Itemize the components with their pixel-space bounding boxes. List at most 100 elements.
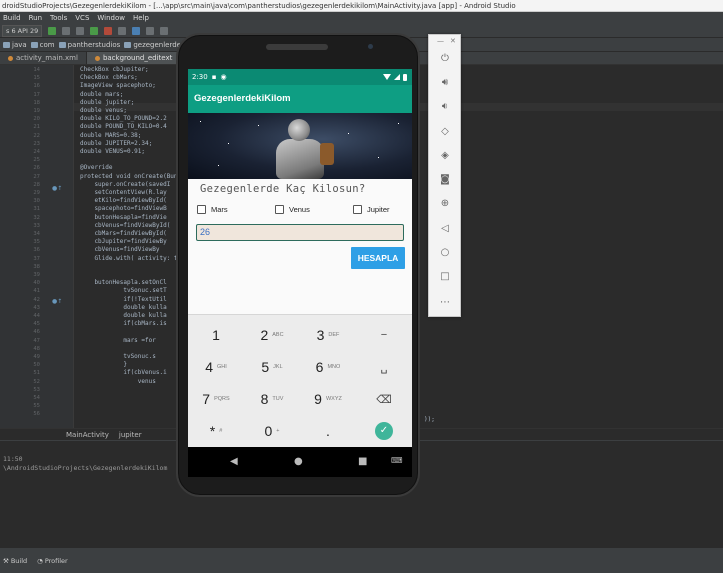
run-icon[interactable]	[48, 26, 57, 35]
line-number: 37	[33, 255, 40, 262]
key-digit: 0	[264, 423, 273, 439]
code-line: double POUND_TO_KILO=0.4	[80, 123, 167, 131]
breadcrumb-item[interactable]: com	[30, 41, 55, 49]
line-number: 33	[33, 222, 40, 229]
zoom-icon[interactable]: ⊕	[437, 196, 453, 212]
power-icon[interactable]: ⏻	[437, 51, 453, 67]
numeric-keyboard: 1 2 ABC 3 DEF −4 GHI 5 JKL 6 MNO ␣ 7 PQRS 8 TUV 9 WXYZ ⌫ * #…	[188, 314, 412, 447]
checkbox-box[interactable]	[275, 205, 284, 214]
key-letters: ABC	[272, 332, 284, 338]
code-line: venus	[80, 377, 156, 385]
android-nav-bar: ◀ ● ■ ⌨	[188, 447, 412, 477]
checkbox-box[interactable]	[197, 205, 206, 214]
key-0[interactable]: 0 +	[244, 415, 300, 447]
folder-icon	[124, 41, 132, 48]
menu-window[interactable]: Window	[97, 12, 125, 24]
nav-keyboard-icon[interactable]: ⌨	[391, 456, 403, 465]
device-selector[interactable]: s 6 API 29	[2, 24, 43, 37]
minimize-icon[interactable]: —	[437, 37, 444, 45]
calculate-button[interactable]: HESAPLA	[351, 247, 405, 269]
back-icon[interactable]: ◁	[437, 221, 453, 237]
code-line: double kulla	[80, 312, 167, 319]
code-line: ImageView spacephoto;	[80, 82, 156, 90]
confirm-icon: ✓	[375, 422, 393, 440]
menu-vcs[interactable]: VCS	[75, 12, 89, 24]
key-dot[interactable]: .	[300, 415, 356, 447]
line-number: 28	[33, 181, 40, 188]
key-backspace[interactable]: ⌫	[356, 383, 412, 415]
code-line: cbVenus=findViewById(	[80, 221, 171, 229]
rotate-left-icon[interactable]: ◇	[437, 124, 453, 140]
checkbox-jupiter[interactable]: Jupiter	[353, 205, 390, 214]
sync-icon[interactable]	[118, 26, 127, 35]
checkbox-venus[interactable]: Venus	[275, 205, 310, 214]
stop-icon[interactable]	[104, 26, 113, 35]
key-8[interactable]: 8 TUV	[244, 383, 300, 415]
line-number: 29	[33, 190, 40, 196]
overview-icon[interactable]: □	[437, 269, 453, 285]
tab-profiler[interactable]: ◔ Profiler	[37, 557, 68, 565]
rotate-right-icon[interactable]: ◈	[437, 148, 453, 164]
breadcrumb-item[interactable]: java	[3, 41, 27, 49]
nav-recents-icon[interactable]: ■	[358, 456, 367, 467]
tab-background-editext[interactable]: background_editext	[86, 52, 182, 64]
menu-run[interactable]: Run	[29, 12, 42, 24]
line-number: 32	[33, 214, 40, 221]
profile-icon[interactable]	[76, 26, 85, 35]
key-digit: 3	[316, 327, 325, 343]
key-glyph: ⌫	[376, 393, 392, 406]
crumb-field[interactable]: jupiter	[119, 431, 142, 439]
menu-tools[interactable]: Tools	[50, 12, 67, 24]
checkbox-label: Jupiter	[367, 205, 390, 214]
key-6[interactable]: 6 MNO	[300, 351, 356, 383]
code-line: double venus;	[80, 107, 127, 114]
checkbox-mars[interactable]: Mars	[197, 205, 228, 214]
key-5[interactable]: 5 JKL	[244, 351, 300, 383]
folder-icon	[30, 41, 38, 48]
weight-input[interactable]: 26	[196, 224, 404, 241]
key-star[interactable]: * #	[188, 415, 244, 447]
key-space[interactable]: ␣	[356, 351, 412, 383]
phone-speaker	[266, 44, 328, 50]
apply-changes-icon[interactable]	[90, 26, 99, 35]
key-confirm[interactable]: ✓	[356, 415, 412, 447]
tab-activity-main[interactable]: activity_main.xml	[0, 52, 87, 64]
key-4[interactable]: 4 GHI	[188, 351, 244, 383]
search-icon[interactable]	[160, 26, 169, 35]
key-1[interactable]: 1	[188, 319, 244, 351]
tab-build[interactable]: ⚒ Build	[3, 557, 27, 565]
key-minus[interactable]: −	[356, 319, 412, 351]
volume-down-icon[interactable]: 🔉︎	[437, 99, 453, 115]
camera-icon[interactable]: ◙	[437, 172, 453, 188]
key-7[interactable]: 7 PQRS	[188, 383, 244, 415]
key-digit: 2	[260, 327, 269, 343]
key-letters: DEF	[328, 332, 340, 338]
menu-build[interactable]: Build	[3, 12, 21, 24]
volume-up-icon[interactable]: 🔊︎	[437, 75, 453, 91]
sdk-manager-icon[interactable]	[146, 26, 155, 35]
nav-home-icon[interactable]: ●	[294, 456, 303, 467]
avd-manager-icon[interactable]	[132, 26, 141, 35]
menu-help[interactable]: Help	[133, 12, 149, 24]
breadcrumb-item[interactable]: pantherstudios	[58, 41, 120, 49]
key-9[interactable]: 9 WXYZ	[300, 383, 356, 415]
debug-icon[interactable]	[62, 26, 71, 35]
crumb-class[interactable]: MainActivity	[66, 431, 109, 439]
code-line: protected void onCreate(Bundl	[80, 172, 185, 180]
checkbox-label: Venus	[289, 205, 310, 214]
key-3[interactable]: 3 DEF	[300, 319, 356, 351]
close-icon[interactable]: ✕	[450, 37, 456, 45]
code-line: if(cbMars.is	[80, 320, 167, 328]
code-line: cbJupiter=findViewBy	[80, 238, 167, 246]
phone-camera	[368, 44, 373, 49]
nav-back-icon[interactable]: ◀	[230, 456, 238, 467]
home-icon[interactable]: ○	[437, 245, 453, 261]
code-line: }	[80, 361, 127, 369]
code-line: CheckBox cbMars;	[80, 74, 138, 82]
key-2[interactable]: 2 ABC	[244, 319, 300, 351]
key-letters: #	[219, 428, 223, 434]
more-icon[interactable]: ⋯	[437, 295, 453, 311]
line-number: 22	[33, 132, 40, 139]
code-line: butonHesapla.setOnCl	[80, 279, 167, 287]
checkbox-box[interactable]	[353, 205, 362, 214]
